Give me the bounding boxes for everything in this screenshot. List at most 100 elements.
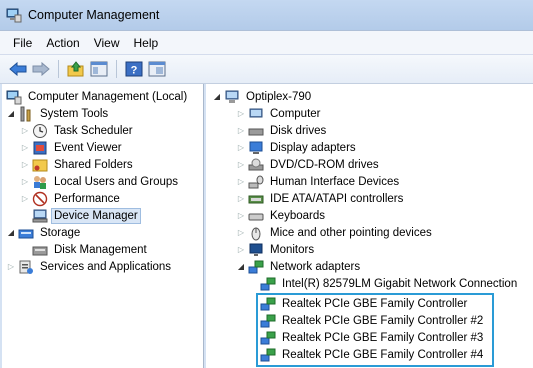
tree-item-storage[interactable]: ◢ Storage (6, 224, 82, 241)
network-adapter-item[interactable]: Realtek PCIe GBE Family Controller #2 (260, 312, 485, 329)
tree-item-label: Realtek PCIe GBE Family Controller #3 (282, 331, 484, 344)
dvd-drive-icon (248, 158, 264, 170)
users-icon (34, 175, 46, 189)
window-title: Computer Management (28, 8, 160, 22)
console-tree-icon (90, 61, 108, 77)
tree-item-label: IDE ATA/ATAPI controllers (270, 192, 404, 205)
shared-folder-icon (32, 159, 48, 171)
network-adapter-item[interactable]: Realtek PCIe GBE Family Controller (260, 295, 469, 312)
up-button[interactable] (66, 59, 86, 79)
tree-item-label: Realtek PCIe GBE Family Controller (282, 297, 468, 310)
tree-item-local-users-and-groups[interactable]: ▷ Local Users and Groups (20, 173, 180, 190)
network-adapter-item[interactable]: Intel(R) 82579LM Gigabit Network Connect… (260, 275, 519, 292)
device-category-ide-ata[interactable]: ▷ IDE ATA/ATAPI controllers (236, 190, 405, 207)
tree-item-label: Task Scheduler (54, 124, 133, 137)
computer-management-icon (6, 8, 22, 23)
tree-item-label: Display adapters (270, 141, 356, 154)
device-category-network-adapters[interactable]: ◢ Network adapters (236, 258, 362, 275)
device-manager-icon (32, 209, 48, 222)
back-button[interactable] (8, 59, 28, 79)
tree-item-performance[interactable]: ▷ Performance (20, 190, 122, 207)
tree-item-label: Event Viewer (54, 141, 122, 154)
menu-file[interactable]: File (6, 36, 39, 50)
show-hide-console-tree-button[interactable] (89, 59, 109, 79)
toolbar-separator (58, 60, 59, 78)
tree-item-label: Computer (270, 107, 321, 120)
svg-text:?: ? (131, 65, 138, 77)
computer-icon (225, 90, 239, 103)
performance-icon (32, 191, 48, 206)
tree-item-label: Device Manager (51, 207, 141, 224)
expand-arrow-icon[interactable]: ▷ (236, 224, 246, 241)
network-adapter-item[interactable]: Realtek PCIe GBE Family Controller #3 (260, 329, 485, 346)
expand-arrow-icon[interactable]: ▷ (20, 122, 30, 139)
expand-arrow-icon[interactable]: ▷ (20, 139, 30, 156)
tree-item-system-tools[interactable]: ◢ System Tools (6, 105, 110, 122)
tree-item-computer-management[interactable]: Computer Management (Local) (6, 88, 189, 105)
expand-arrow-icon[interactable]: ▷ (236, 156, 246, 173)
expand-arrow-icon[interactable]: ▷ (6, 258, 16, 275)
tree-item-services-and-applications[interactable]: ▷ Services and Applications (6, 258, 173, 275)
forward-arrow-icon (32, 62, 50, 76)
network-adapter-item[interactable]: Realtek PCIe GBE Family Controller #4 (260, 346, 485, 363)
expand-arrow-icon[interactable]: ▷ (236, 139, 246, 156)
toolbar: ? (0, 55, 533, 84)
device-category-hid[interactable]: ▷ Human Interface Devices (236, 173, 401, 190)
tree-item-label: Realtek PCIe GBE Family Controller #4 (282, 348, 484, 361)
expand-arrow-icon[interactable]: ▷ (20, 173, 30, 190)
expand-arrow-icon[interactable]: ▷ (236, 105, 246, 122)
device-category-dvd-cdrom[interactable]: ▷ DVD/CD-ROM drives (236, 156, 381, 173)
expand-arrow-icon[interactable]: ▷ (20, 156, 30, 173)
device-tree-root[interactable]: ◢ Optiplex-790 (212, 88, 313, 105)
tree-item-label: Mice and other pointing devices (270, 226, 432, 239)
up-folder-icon (67, 61, 84, 77)
network-adapter-icon (260, 348, 276, 361)
collapse-arrow-icon[interactable]: ◢ (6, 224, 16, 241)
tree-item-task-scheduler[interactable]: ▷ Task Scheduler (20, 122, 135, 139)
collapse-arrow-icon[interactable]: ◢ (236, 258, 246, 275)
menu-help[interactable]: Help (127, 36, 166, 50)
human-interface-device-icon (248, 175, 264, 188)
device-category-display-adapters[interactable]: ▷ Display adapters (236, 139, 358, 156)
help-button[interactable]: ? (124, 59, 144, 79)
tree-item-device-manager[interactable]: Device Manager (32, 207, 141, 224)
tree-item-label: Network adapters (270, 260, 361, 273)
tree-item-label: Storage (40, 226, 81, 239)
title-bar[interactable]: Computer Management (0, 0, 533, 30)
device-category-disk-drives[interactable]: ▷ Disk drives (236, 122, 328, 139)
expand-arrow-icon[interactable]: ▷ (20, 190, 30, 207)
expand-arrow-icon[interactable]: ▷ (236, 173, 246, 190)
device-category-computer[interactable]: ▷ Computer (236, 105, 323, 122)
forward-button[interactable] (31, 59, 51, 79)
menu-bar: File Action View Help (0, 30, 533, 55)
network-adapter-icon (260, 331, 276, 344)
expand-arrow-icon[interactable]: ▷ (236, 207, 246, 224)
tree-item-shared-folders[interactable]: ▷ Shared Folders (20, 156, 135, 173)
properties-icon (148, 61, 166, 77)
expand-arrow-icon[interactable]: ▷ (236, 190, 246, 207)
network-adapter-icon (248, 260, 264, 273)
menu-view[interactable]: View (87, 36, 127, 50)
network-adapter-icon (260, 314, 276, 327)
tree-item-label: Disk Management (54, 243, 147, 256)
back-arrow-icon (9, 62, 27, 76)
device-category-monitors[interactable]: ▷ Monitors (236, 241, 316, 258)
tools-icon (20, 106, 31, 121)
tree-item-label: Local Users and Groups (54, 175, 179, 188)
tree-item-label: Shared Folders (54, 158, 133, 171)
device-tree-pane: ◢ Optiplex-790 ▷ Computer ▷ Disk drives … (206, 84, 533, 368)
device-category-keyboards[interactable]: ▷ Keyboards (236, 207, 327, 224)
device-category-mice[interactable]: ▷ Mice and other pointing devices (236, 224, 434, 241)
tree-item-disk-management[interactable]: Disk Management (32, 241, 149, 258)
expand-arrow-icon[interactable]: ▷ (236, 122, 246, 139)
properties-button[interactable] (147, 59, 167, 79)
collapse-arrow-icon[interactable]: ◢ (6, 105, 16, 122)
menu-action[interactable]: Action (39, 36, 86, 50)
collapse-arrow-icon[interactable]: ◢ (212, 88, 222, 105)
tree-item-event-viewer[interactable]: ▷ Event Viewer (20, 139, 124, 156)
ide-controller-icon (248, 195, 264, 203)
console-tree-pane: Computer Management (Local) ◢ System Too… (2, 84, 204, 368)
expand-arrow-icon[interactable]: ▷ (236, 241, 246, 258)
tree-item-label: DVD/CD-ROM drives (270, 158, 379, 171)
network-adapter-icon (260, 277, 276, 290)
